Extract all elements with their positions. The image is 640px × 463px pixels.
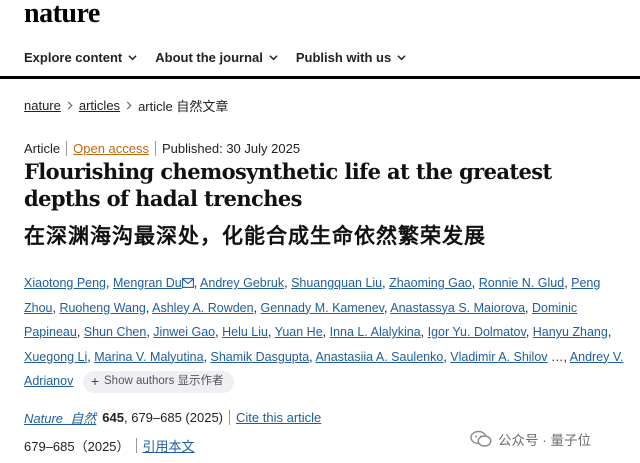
journal-citation: Nature 自然 645 , 679–685 (2025) Cite this… bbox=[24, 408, 321, 427]
meta-divider bbox=[155, 141, 156, 156]
journal-volume: 645 bbox=[102, 410, 124, 425]
nav-about-journal-label: About the journal bbox=[155, 49, 263, 65]
author-link[interactable]: Vladimir A. Shilov bbox=[450, 350, 547, 364]
journal-name: Nature bbox=[24, 411, 64, 426]
nav-divider bbox=[0, 76, 640, 79]
watermark-text: 公众号 · 量子位 bbox=[498, 433, 591, 448]
author-link[interactable]: Yuan He bbox=[275, 325, 323, 339]
main-nav: Explore content About the journal Publis… bbox=[0, 38, 640, 76]
journal-link[interactable]: Nature 自然 bbox=[24, 408, 96, 427]
article-title-cn: 在深渊海沟最深处，化能合成生命依然繁荣发展 bbox=[24, 224, 486, 248]
author-link[interactable]: Anastassya S. Maiorova bbox=[390, 301, 525, 315]
author-list: Xiaotong Peng, Mengran Du, Andrey Gebruk… bbox=[24, 271, 624, 394]
author-link[interactable]: Zhaoming Gao bbox=[389, 276, 472, 290]
show-authors-label-cn: 显示作者 bbox=[177, 375, 224, 388]
author-link[interactable]: Shuangquan Liu bbox=[291, 276, 382, 290]
nav-publish-with-us-label: Publish with us bbox=[295, 49, 392, 65]
chevron-right-icon bbox=[126, 101, 132, 110]
meta-divider bbox=[66, 141, 68, 156]
author-link[interactable]: Mengran Du bbox=[113, 276, 182, 290]
article-meta: Article Open access Published: 30 July 2… bbox=[24, 141, 300, 156]
article-title: Flourishing chemosynthetic life at the g… bbox=[24, 159, 552, 211]
chevron-right-icon bbox=[67, 101, 73, 110]
author-link[interactable]: Inna L. Alalykina bbox=[330, 325, 421, 339]
author-link[interactable]: Igor Yu. Dolmatov bbox=[428, 325, 526, 339]
nav-about-journal[interactable]: About the journal bbox=[155, 50, 278, 65]
nav-publish-with-us[interactable]: Publish with us bbox=[296, 50, 406, 65]
breadcrumb-current: article 自然文章 bbox=[138, 99, 229, 114]
citation-divider bbox=[135, 438, 137, 453]
chevron-down-icon bbox=[397, 54, 406, 60]
author-link[interactable]: Andrey Gebruk bbox=[200, 276, 284, 290]
cite-this-article-link[interactable]: Cite this article bbox=[236, 410, 321, 425]
published-date: Published: 30 July 2025 bbox=[162, 141, 301, 156]
author-link[interactable]: Anastasiia A. Saulenko bbox=[315, 350, 443, 364]
author-ellipsis: … bbox=[551, 349, 564, 364]
author-link[interactable]: Gennady M. Kamenev bbox=[261, 301, 384, 315]
nature-logo[interactable]: nature bbox=[24, 0, 100, 28]
cite-cn-link[interactable]: 引用本文 bbox=[143, 436, 195, 455]
author-link[interactable]: Helu Liu bbox=[222, 325, 268, 339]
mail-icon[interactable] bbox=[181, 278, 194, 288]
author-link[interactable]: Hanyu Zhang bbox=[533, 325, 608, 339]
show-authors-button[interactable]: + Show authors 显示作者 bbox=[82, 370, 234, 393]
breadcrumb-articles[interactable]: articles bbox=[79, 98, 120, 113]
journal-name-cn: 自然 bbox=[70, 411, 97, 426]
show-authors-label: Show authors bbox=[104, 375, 175, 388]
citation-divider bbox=[229, 410, 231, 425]
plus-icon: + bbox=[90, 373, 100, 390]
author-link[interactable]: Ruoheng Wang bbox=[59, 301, 145, 315]
author-link[interactable]: Ronnie N. Glud bbox=[479, 276, 564, 290]
journal-pages: , 679–685 (2025) bbox=[123, 410, 224, 425]
author-link[interactable]: Shamik Dasgupta bbox=[211, 350, 310, 364]
author-link[interactable]: Xiaotong Peng bbox=[24, 276, 106, 290]
article-type: Article bbox=[24, 141, 61, 156]
author-link[interactable]: Ashley A. Rowden bbox=[152, 301, 253, 315]
author-link[interactable]: Marina V. Malyutina bbox=[94, 350, 203, 364]
open-access-link[interactable]: Open access bbox=[73, 141, 149, 156]
chevron-down-icon bbox=[128, 54, 137, 60]
author-link[interactable]: Shun Chen bbox=[84, 325, 147, 339]
chevron-down-icon bbox=[269, 54, 278, 60]
breadcrumb-nature[interactable]: nature bbox=[24, 98, 61, 113]
citation-cn-pages: 679–685（2025） bbox=[24, 439, 130, 454]
citation-cn: 679–685（2025） 引用本文 bbox=[24, 436, 195, 455]
wechat-watermark: 公众号 · 量子位 bbox=[470, 429, 591, 449]
wechat-icon bbox=[470, 430, 492, 447]
author-link[interactable]: Xuegong Li bbox=[24, 350, 87, 364]
nav-explore-content-label: Explore content bbox=[24, 49, 123, 65]
author-link[interactable]: Jinwei Gao bbox=[153, 325, 215, 339]
nav-explore-content[interactable]: Explore content bbox=[24, 50, 137, 65]
breadcrumb: nature articles article 自然文章 bbox=[24, 96, 228, 115]
